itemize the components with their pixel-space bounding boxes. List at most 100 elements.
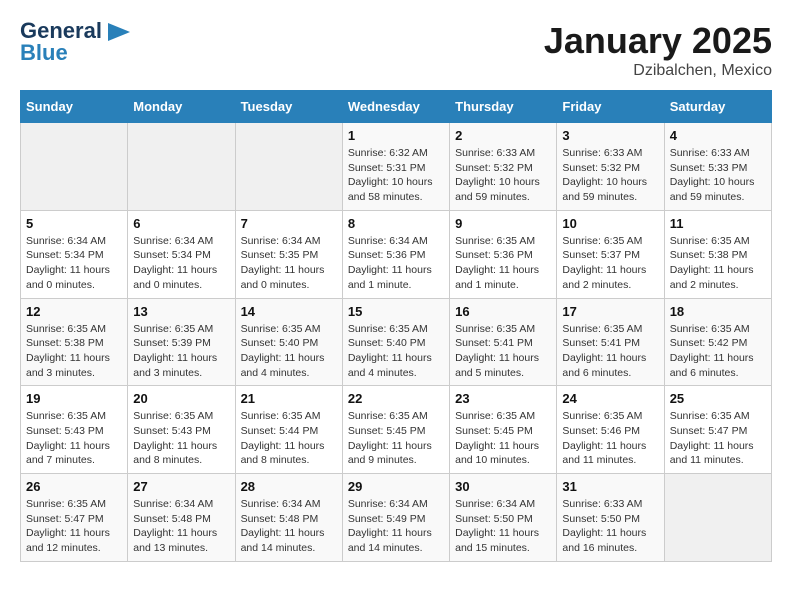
month-title: January 2025: [544, 20, 772, 62]
day-number: 6: [133, 216, 229, 231]
calendar-cell: [235, 123, 342, 211]
calendar-cell: 8 Sunrise: 6:34 AMSunset: 5:36 PMDaylight…: [342, 210, 449, 298]
weekday-header-monday: Monday: [128, 91, 235, 123]
day-info: Sunrise: 6:34 AMSunset: 5:34 PMDaylight:…: [26, 234, 122, 293]
weekday-header-sunday: Sunday: [21, 91, 128, 123]
day-number: 21: [241, 391, 337, 406]
day-number: 31: [562, 479, 658, 494]
day-number: 2: [455, 128, 551, 143]
day-info: Sunrise: 6:34 AMSunset: 5:36 PMDaylight:…: [348, 234, 444, 293]
calendar-cell: 11 Sunrise: 6:35 AMSunset: 5:38 PMDayligh…: [664, 210, 771, 298]
calendar-cell: 29Sunrise: 6:34 AMSunset: 5:49 PMDayligh…: [342, 474, 449, 562]
day-info: Sunrise: 6:33 AMSunset: 5:50 PMDaylight:…: [562, 497, 658, 556]
day-number: 30: [455, 479, 551, 494]
day-number: 1: [348, 128, 444, 143]
day-number: 13: [133, 304, 229, 319]
day-number: 14: [241, 304, 337, 319]
calendar-cell: 22 Sunrise: 6:35 AMSunset: 5:45 PMDayligh…: [342, 386, 449, 474]
logo-blue: Blue: [20, 42, 68, 64]
calendar-week-row: 19 Sunrise: 6:35 AMSunset: 5:43 PMDayligh…: [21, 386, 772, 474]
calendar-cell: 2 Sunrise: 6:33 AMSunset: 5:32 PMDaylight…: [450, 123, 557, 211]
day-info: Sunrise: 6:35 AMSunset: 5:36 PMDaylight:…: [455, 234, 551, 293]
day-info: Sunrise: 6:35 AMSunset: 5:42 PMDaylight:…: [670, 322, 766, 381]
day-info: Sunrise: 6:35 AMSunset: 5:47 PMDaylight:…: [26, 497, 122, 556]
day-number: 9: [455, 216, 551, 231]
calendar-cell: 16 Sunrise: 6:35 AMSunset: 5:41 PMDayligh…: [450, 298, 557, 386]
day-number: 12: [26, 304, 122, 319]
calendar-cell: 12 Sunrise: 6:35 AMSunset: 5:38 PMDayligh…: [21, 298, 128, 386]
calendar-cell: 5 Sunrise: 6:34 AMSunset: 5:34 PMDaylight…: [21, 210, 128, 298]
calendar-cell: 20 Sunrise: 6:35 AMSunset: 5:43 PMDayligh…: [128, 386, 235, 474]
calendar-cell: [128, 123, 235, 211]
day-number: 8: [348, 216, 444, 231]
day-number: 7: [241, 216, 337, 231]
calendar-week-row: 1 Sunrise: 6:32 AMSunset: 5:31 PMDaylight…: [21, 123, 772, 211]
calendar-cell: 7 Sunrise: 6:34 AMSunset: 5:35 PMDaylight…: [235, 210, 342, 298]
calendar-cell: 21 Sunrise: 6:35 AMSunset: 5:44 PMDayligh…: [235, 386, 342, 474]
day-info: Sunrise: 6:35 AMSunset: 5:40 PMDaylight:…: [241, 322, 337, 381]
day-info: Sunrise: 6:34 AMSunset: 5:34 PMDaylight:…: [133, 234, 229, 293]
day-info: Sunrise: 6:35 AMSunset: 5:44 PMDaylight:…: [241, 409, 337, 468]
day-number: 26: [26, 479, 122, 494]
day-info: Sunrise: 6:34 AMSunset: 5:49 PMDaylight:…: [348, 497, 444, 556]
day-info: Sunrise: 6:34 AMSunset: 5:35 PMDaylight:…: [241, 234, 337, 293]
day-info: Sunrise: 6:32 AMSunset: 5:31 PMDaylight:…: [348, 146, 444, 205]
page-header: General Blue January 2025 Dzibalchen, Me…: [20, 20, 772, 80]
calendar-cell: 15Sunrise: 6:35 AMSunset: 5:40 PMDayligh…: [342, 298, 449, 386]
day-number: 4: [670, 128, 766, 143]
calendar-cell: 18 Sunrise: 6:35 AMSunset: 5:42 PMDayligh…: [664, 298, 771, 386]
day-info: Sunrise: 6:35 AMSunset: 5:41 PMDaylight:…: [562, 322, 658, 381]
calendar-table: SundayMondayTuesdayWednesdayThursdayFrid…: [20, 90, 772, 562]
day-info: Sunrise: 6:35 AMSunset: 5:37 PMDaylight:…: [562, 234, 658, 293]
day-info: Sunrise: 6:35 AMSunset: 5:45 PMDaylight:…: [348, 409, 444, 468]
day-number: 24: [562, 391, 658, 406]
day-info: Sunrise: 6:35 AMSunset: 5:41 PMDaylight:…: [455, 322, 551, 381]
day-info: Sunrise: 6:35 AMSunset: 5:43 PMDaylight:…: [26, 409, 122, 468]
calendar-cell: [21, 123, 128, 211]
calendar-cell: 1 Sunrise: 6:32 AMSunset: 5:31 PMDaylight…: [342, 123, 449, 211]
day-number: 27: [133, 479, 229, 494]
weekday-header-saturday: Saturday: [664, 91, 771, 123]
title-area: January 2025 Dzibalchen, Mexico: [544, 20, 772, 80]
calendar-cell: 9 Sunrise: 6:35 AMSunset: 5:36 PMDaylight…: [450, 210, 557, 298]
weekday-header-wednesday: Wednesday: [342, 91, 449, 123]
calendar-cell: [664, 474, 771, 562]
logo: General Blue: [20, 20, 130, 64]
day-number: 17: [562, 304, 658, 319]
calendar-cell: 26 Sunrise: 6:35 AMSunset: 5:47 PMDayligh…: [21, 474, 128, 562]
day-info: Sunrise: 6:33 AMSunset: 5:32 PMDaylight:…: [455, 146, 551, 205]
weekday-header-tuesday: Tuesday: [235, 91, 342, 123]
day-number: 25: [670, 391, 766, 406]
weekday-header-friday: Friday: [557, 91, 664, 123]
location: Dzibalchen, Mexico: [544, 62, 772, 80]
day-number: 5: [26, 216, 122, 231]
day-number: 10: [562, 216, 658, 231]
day-info: Sunrise: 6:33 AMSunset: 5:32 PMDaylight:…: [562, 146, 658, 205]
day-info: Sunrise: 6:35 AMSunset: 5:43 PMDaylight:…: [133, 409, 229, 468]
day-number: 3: [562, 128, 658, 143]
day-number: 11: [670, 216, 766, 231]
day-number: 19: [26, 391, 122, 406]
calendar-cell: 3 Sunrise: 6:33 AMSunset: 5:32 PMDaylight…: [557, 123, 664, 211]
calendar-cell: 19 Sunrise: 6:35 AMSunset: 5:43 PMDayligh…: [21, 386, 128, 474]
day-number: 18: [670, 304, 766, 319]
calendar-cell: 31 Sunrise: 6:33 AMSunset: 5:50 PMDayligh…: [557, 474, 664, 562]
day-info: Sunrise: 6:35 AMSunset: 5:47 PMDaylight:…: [670, 409, 766, 468]
calendar-cell: 25 Sunrise: 6:35 AMSunset: 5:47 PMDayligh…: [664, 386, 771, 474]
calendar-cell: 28Sunrise: 6:34 AMSunset: 5:48 PMDayligh…: [235, 474, 342, 562]
day-number: 22: [348, 391, 444, 406]
calendar-week-row: 5 Sunrise: 6:34 AMSunset: 5:34 PMDaylight…: [21, 210, 772, 298]
day-info: Sunrise: 6:35 AMSunset: 5:38 PMDaylight:…: [670, 234, 766, 293]
calendar-cell: 10 Sunrise: 6:35 AMSunset: 5:37 PMDayligh…: [557, 210, 664, 298]
calendar-cell: 27Sunrise: 6:34 AMSunset: 5:48 PMDayligh…: [128, 474, 235, 562]
day-number: 15: [348, 304, 444, 319]
calendar-cell: 6 Sunrise: 6:34 AMSunset: 5:34 PMDaylight…: [128, 210, 235, 298]
day-number: 28: [241, 479, 337, 494]
calendar-cell: 30 Sunrise: 6:34 AMSunset: 5:50 PMDayligh…: [450, 474, 557, 562]
calendar-cell: 23Sunrise: 6:35 AMSunset: 5:45 PMDayligh…: [450, 386, 557, 474]
day-info: Sunrise: 6:35 AMSunset: 5:38 PMDaylight:…: [26, 322, 122, 381]
day-number: 16: [455, 304, 551, 319]
day-info: Sunrise: 6:34 AMSunset: 5:50 PMDaylight:…: [455, 497, 551, 556]
day-number: 20: [133, 391, 229, 406]
calendar-week-row: 12 Sunrise: 6:35 AMSunset: 5:38 PMDayligh…: [21, 298, 772, 386]
